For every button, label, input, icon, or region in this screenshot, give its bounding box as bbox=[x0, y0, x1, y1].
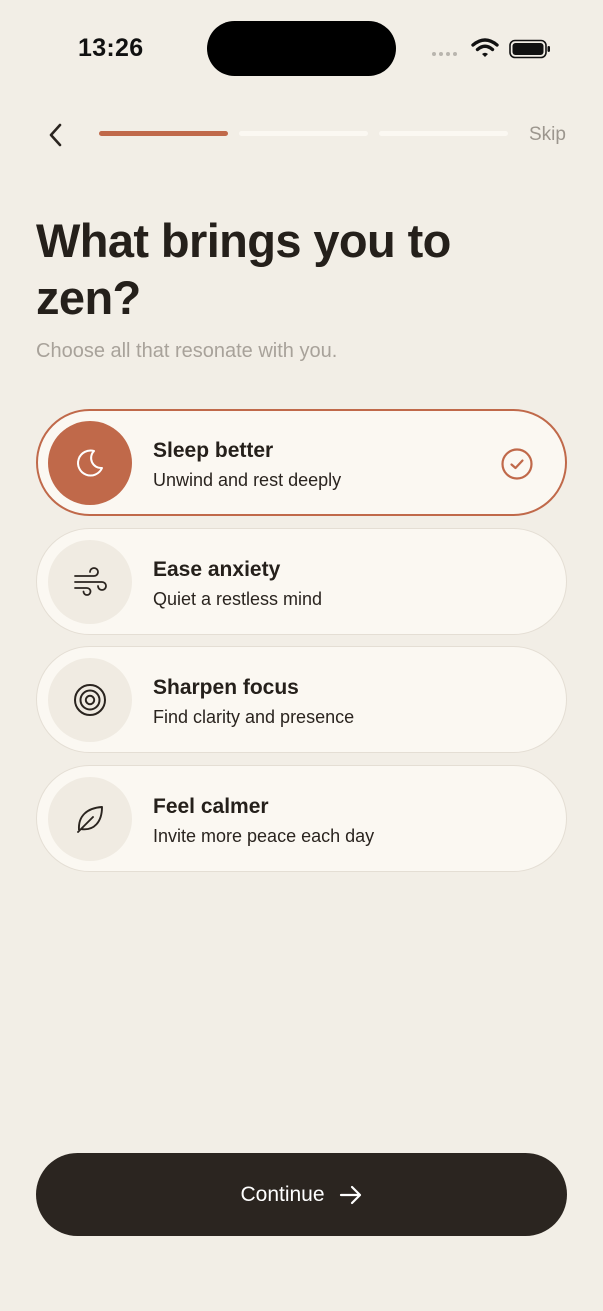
chevron-left-icon bbox=[49, 123, 62, 147]
onboarding-progress bbox=[99, 131, 508, 136]
skip-button[interactable]: Skip bbox=[529, 124, 566, 146]
progress-segment-2 bbox=[239, 131, 368, 136]
leaf-icon bbox=[77, 805, 103, 833]
status-bar: 13:26 bbox=[0, 0, 603, 96]
dynamic-island bbox=[207, 21, 396, 76]
option-label: Sleep better bbox=[153, 439, 274, 462]
arrow-right-icon bbox=[339, 1185, 361, 1204]
option-description: Quiet a restless mind bbox=[153, 588, 323, 609]
wind-icon bbox=[74, 566, 107, 596]
option-label: Ease anxiety bbox=[153, 557, 281, 581]
moon-icon bbox=[77, 449, 103, 477]
battery-icon bbox=[509, 39, 550, 59]
check-circle-icon bbox=[501, 448, 533, 480]
option-description: Invite more peace each day bbox=[153, 825, 375, 846]
option-ease-anxiety[interactable]: Ease anxiety Quiet a restless mind bbox=[36, 527, 567, 635]
option-label: Feel calmer bbox=[153, 794, 269, 818]
wifi-icon bbox=[471, 38, 499, 57]
option-icon-badge bbox=[48, 421, 132, 505]
continue-label: Continue bbox=[240, 1182, 325, 1206]
option-description: Find clarity and presence bbox=[153, 707, 355, 727]
status-time: 13:26 bbox=[78, 34, 144, 62]
page-subtitle: Choose all that resonate with you. bbox=[36, 340, 338, 362]
goal-options-list: Sleep better Unwind and rest deeply Ease… bbox=[36, 409, 567, 883]
option-description: Unwind and rest deeply bbox=[153, 470, 342, 490]
option-icon-badge bbox=[48, 658, 132, 742]
option-icon-badge bbox=[48, 776, 132, 861]
target-icon bbox=[74, 684, 106, 716]
option-sleep-better[interactable]: Sleep better Unwind and rest deeply bbox=[36, 409, 567, 516]
back-button[interactable] bbox=[36, 116, 74, 154]
continue-button[interactable]: Continue bbox=[36, 1153, 567, 1236]
option-label: Sharpen focus bbox=[153, 676, 299, 699]
progress-segment-3 bbox=[379, 131, 508, 136]
option-feel-calmer[interactable]: Feel calmer Invite more peace each day bbox=[36, 764, 567, 872]
option-icon-badge bbox=[48, 539, 132, 624]
cellular-signal-icon bbox=[432, 52, 457, 56]
page-title: What brings you to zen? bbox=[36, 214, 451, 324]
progress-segment-1 bbox=[99, 131, 228, 136]
option-sharpen-focus[interactable]: Sharpen focus Find clarity and presence bbox=[36, 646, 567, 753]
selected-check bbox=[500, 447, 534, 481]
